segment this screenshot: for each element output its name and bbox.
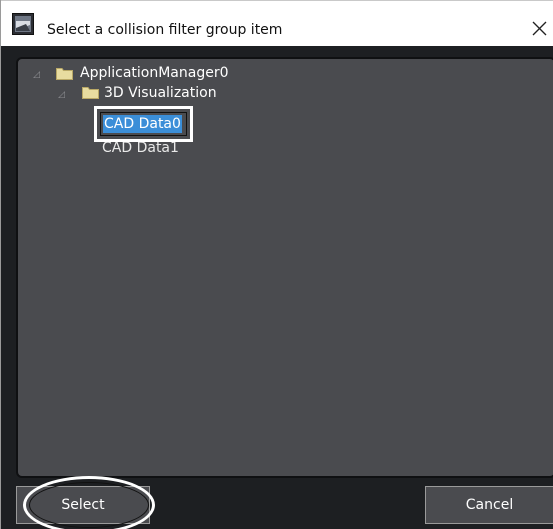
tree-item-3d-visualization[interactable]: 3D Visualization (104, 84, 217, 102)
app-icon (12, 13, 34, 35)
select-button[interactable]: Select (16, 486, 150, 524)
tree-item-application-manager[interactable]: ApplicationManager0 (80, 64, 229, 82)
tree-item-cad-data0[interactable]: CAD Data0 (103, 115, 182, 133)
selection-highlight-inner: CAD Data0 (100, 112, 187, 136)
dialog-window: Select a collision filter group item ◿ A… (0, 0, 553, 529)
dialog-title: Select a collision filter group item (47, 22, 283, 38)
folder-icon (82, 87, 99, 99)
title-bar: Select a collision filter group item (1, 0, 553, 46)
folder-icon (56, 68, 73, 80)
tree-item-cad-data1[interactable]: CAD Data1 (102, 140, 179, 156)
collapse-arrow-icon[interactable]: ◿ (58, 90, 65, 100)
selection-highlight: CAD Data0 (94, 106, 193, 142)
cancel-button[interactable]: Cancel (425, 486, 553, 524)
collapse-arrow-icon[interactable]: ◿ (33, 70, 40, 80)
close-icon[interactable] (524, 9, 553, 43)
